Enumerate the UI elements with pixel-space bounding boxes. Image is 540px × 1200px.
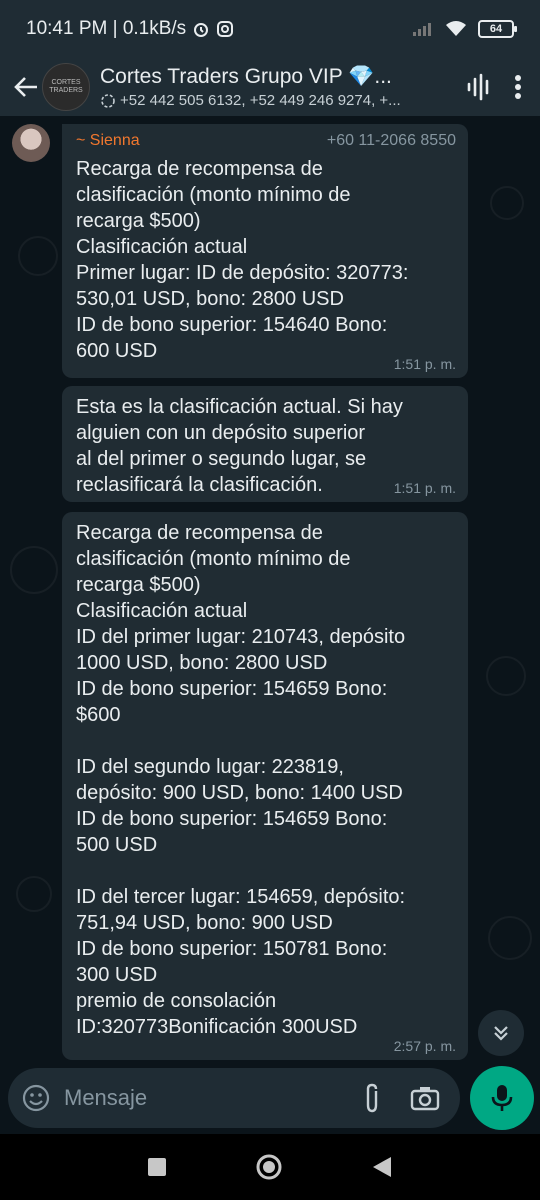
alarm-icon xyxy=(194,23,209,37)
message-time: 1:51 p. m. xyxy=(393,356,456,372)
sender-avatar[interactable] xyxy=(12,124,50,162)
message-bubble[interactable]: Esta es la clasificación actual. Si hay … xyxy=(62,386,468,502)
status-left: 10:41 PM | 0.1kB/s xyxy=(26,18,234,40)
disappearing-timer-icon xyxy=(101,93,115,108)
attach-icon[interactable] xyxy=(362,1083,382,1113)
wallpaper-doodle xyxy=(18,236,58,276)
status-right: 64 xyxy=(412,20,517,38)
wifi-icon xyxy=(446,21,466,36)
message-time: 1:51 p. m. xyxy=(393,480,456,496)
message-input[interactable] xyxy=(64,1085,362,1111)
message-time: 2:57 p. m. xyxy=(393,1038,456,1054)
message-composer xyxy=(8,1068,460,1128)
system-nav-bar xyxy=(0,1134,540,1200)
wallpaper-doodle xyxy=(486,656,526,696)
message-list[interactable]: ~ Sienna +60 11-2066 8550 Recarga de rec… xyxy=(0,116,540,1070)
scroll-down-icon xyxy=(494,1026,508,1041)
group-title: Cortes Traders Grupo VIP 💎... xyxy=(100,65,392,88)
message-bubble[interactable]: ~ Sienna +60 11-2066 8550 Recarga de rec… xyxy=(62,124,468,378)
mic-icon xyxy=(491,1085,513,1111)
sender-row: ~ Sienna +60 11-2066 8550 xyxy=(76,132,456,150)
more-options-icon[interactable] xyxy=(514,74,522,100)
recents-icon[interactable] xyxy=(147,1157,167,1177)
message-text: Recarga de recompensa de clasificación (… xyxy=(76,158,409,362)
header-info[interactable]: Cortes Traders Grupo VIP 💎... +52 442 50… xyxy=(100,65,466,109)
wallpaper-doodle xyxy=(488,916,532,960)
group-members: +52 442 505 6132, +52 449 246 9274, +... xyxy=(100,92,466,109)
camera-icon[interactable] xyxy=(410,1085,440,1111)
back-arrow-icon xyxy=(14,77,37,97)
status-time: 10:41 PM | 0.1kB/s xyxy=(26,18,187,39)
composer-actions xyxy=(362,1083,440,1113)
voice-chat-icon[interactable] xyxy=(466,73,492,101)
wallpaper-doodle xyxy=(490,186,524,220)
wallpaper-doodle xyxy=(10,546,58,594)
sender-phone: +60 11-2066 8550 xyxy=(326,132,456,149)
instagram-icon xyxy=(217,21,234,37)
signal-icon xyxy=(413,23,431,36)
voice-message-button[interactable] xyxy=(470,1066,534,1130)
group-avatar[interactable]: CORTES TRADERS xyxy=(42,63,90,111)
battery-level: 64 xyxy=(489,23,503,35)
group-avatar-text: CORTES TRADERS xyxy=(49,79,83,94)
emoji-icon[interactable] xyxy=(22,1084,50,1112)
header-actions xyxy=(466,73,540,101)
group-members-text: +52 442 505 6132, +52 449 246 9274, +... xyxy=(120,92,401,109)
back-nav-icon[interactable] xyxy=(371,1155,393,1179)
wallpaper-doodle xyxy=(16,876,52,912)
back-button[interactable] xyxy=(6,67,46,107)
status-bar: 10:41 PM | 0.1kB/s 64 xyxy=(0,0,540,58)
sender-name[interactable]: ~ Sienna xyxy=(76,132,140,150)
message-bubble[interactable]: Recarga de recompensa de clasificación (… xyxy=(62,512,468,1060)
scroll-to-bottom-button[interactable] xyxy=(478,1010,524,1056)
message-text: Recarga de recompensa de clasificación (… xyxy=(76,522,406,1038)
home-icon[interactable] xyxy=(255,1153,283,1181)
chat-header: CORTES TRADERS Cortes Traders Grupo VIP … xyxy=(0,58,540,116)
battery-indicator: 64 xyxy=(478,20,517,38)
